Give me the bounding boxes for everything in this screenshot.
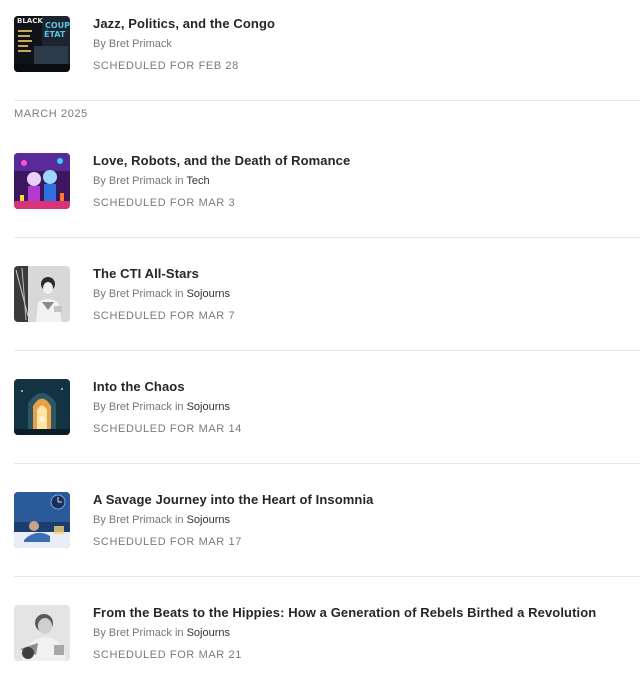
post-thumbnail-image: BLACK COUP ÉTAT — [14, 16, 70, 72]
post-thumbnail-image — [14, 492, 70, 548]
byline-in: in — [174, 627, 184, 639]
byline-in: in — [174, 401, 184, 413]
post-section[interactable]: Tech — [186, 175, 209, 187]
post-byline: By Bret Primack in Sojourns — [93, 288, 230, 300]
post-schedule: SCHEDULED FOR MAR 14 — [93, 423, 242, 435]
post-thumbnail[interactable]: BLACK COUP ÉTAT — [14, 16, 70, 72]
post-thumbnail[interactable] — [14, 605, 70, 661]
post-thumbnail-image — [14, 153, 70, 209]
post-thumbnail-image — [14, 379, 70, 435]
post-author: Bret Primack — [108, 288, 172, 300]
byline-in: in — [174, 514, 184, 526]
byline-by: By — [93, 401, 106, 413]
post-row[interactable]: A Savage Journey into the Heart of Insom… — [0, 464, 640, 577]
byline-by: By — [93, 514, 106, 526]
post-byline: By Bret Primack in Sojourns — [93, 514, 230, 526]
byline-by: By — [93, 38, 106, 50]
thumb-text-2: COUP — [45, 21, 70, 30]
post-title[interactable]: Love, Robots, and the Death of Romance — [93, 153, 350, 168]
post-thumbnail[interactable] — [14, 492, 70, 548]
byline-in: in — [174, 175, 184, 187]
post-byline: By Bret Primack in Sojourns — [93, 627, 230, 639]
post-thumbnail[interactable] — [14, 266, 70, 322]
byline-by: By — [93, 627, 106, 639]
post-row[interactable]: From the Beats to the Hippies: How a Gen… — [0, 577, 640, 681]
post-byline: By Bret Primack in Tech — [93, 175, 210, 187]
post-title[interactable]: From the Beats to the Hippies: How a Gen… — [93, 605, 596, 620]
thumb-text-1: BLACK — [17, 17, 43, 25]
thumb-text-3: ÉTAT — [44, 28, 66, 39]
byline-in: in — [174, 288, 184, 300]
post-title[interactable]: The CTI All-Stars — [93, 266, 199, 281]
post-section[interactable]: Sojourns — [187, 627, 230, 639]
post-author: Bret Primack — [108, 38, 172, 50]
row-divider — [14, 100, 640, 101]
post-thumbnail[interactable] — [14, 153, 70, 209]
post-row[interactable]: The CTI All-Stars By Bret Primack in Soj… — [0, 238, 640, 351]
post-schedule: SCHEDULED FOR FEB 28 — [93, 60, 239, 72]
byline-by: By — [93, 175, 106, 187]
post-byline: By Bret Primack in Sojourns — [93, 401, 230, 413]
post-title[interactable]: A Savage Journey into the Heart of Insom… — [93, 492, 374, 507]
post-row[interactable]: Into the Chaos By Bret Primack in Sojour… — [0, 351, 640, 464]
post-title[interactable]: Jazz, Politics, and the Congo — [93, 16, 275, 31]
post-schedule: SCHEDULED FOR MAR 7 — [93, 310, 236, 322]
post-schedule: SCHEDULED FOR MAR 17 — [93, 536, 242, 548]
post-section[interactable]: Sojourns — [187, 288, 230, 300]
post-title[interactable]: Into the Chaos — [93, 379, 185, 394]
post-schedule: SCHEDULED FOR MAR 21 — [93, 649, 242, 661]
byline-by: By — [93, 288, 106, 300]
post-thumbnail-image — [14, 266, 70, 322]
post-author: Bret Primack — [108, 401, 172, 413]
post-section[interactable]: Sojourns — [187, 514, 230, 526]
month-header: MARCH 2025 — [14, 108, 88, 120]
post-author: Bret Primack — [108, 627, 172, 639]
post-thumbnail[interactable] — [14, 379, 70, 435]
post-row[interactable]: BLACK COUP ÉTAT Jazz, Politics, and the … — [0, 0, 640, 101]
post-schedule: SCHEDULED FOR MAR 3 — [93, 197, 236, 209]
post-author: Bret Primack — [108, 175, 172, 187]
post-author: Bret Primack — [108, 514, 172, 526]
post-row[interactable]: Love, Robots, and the Death of Romance B… — [0, 125, 640, 238]
post-thumbnail-image — [14, 605, 70, 661]
post-section[interactable]: Sojourns — [187, 401, 230, 413]
post-byline: By Bret Primack — [93, 38, 172, 50]
